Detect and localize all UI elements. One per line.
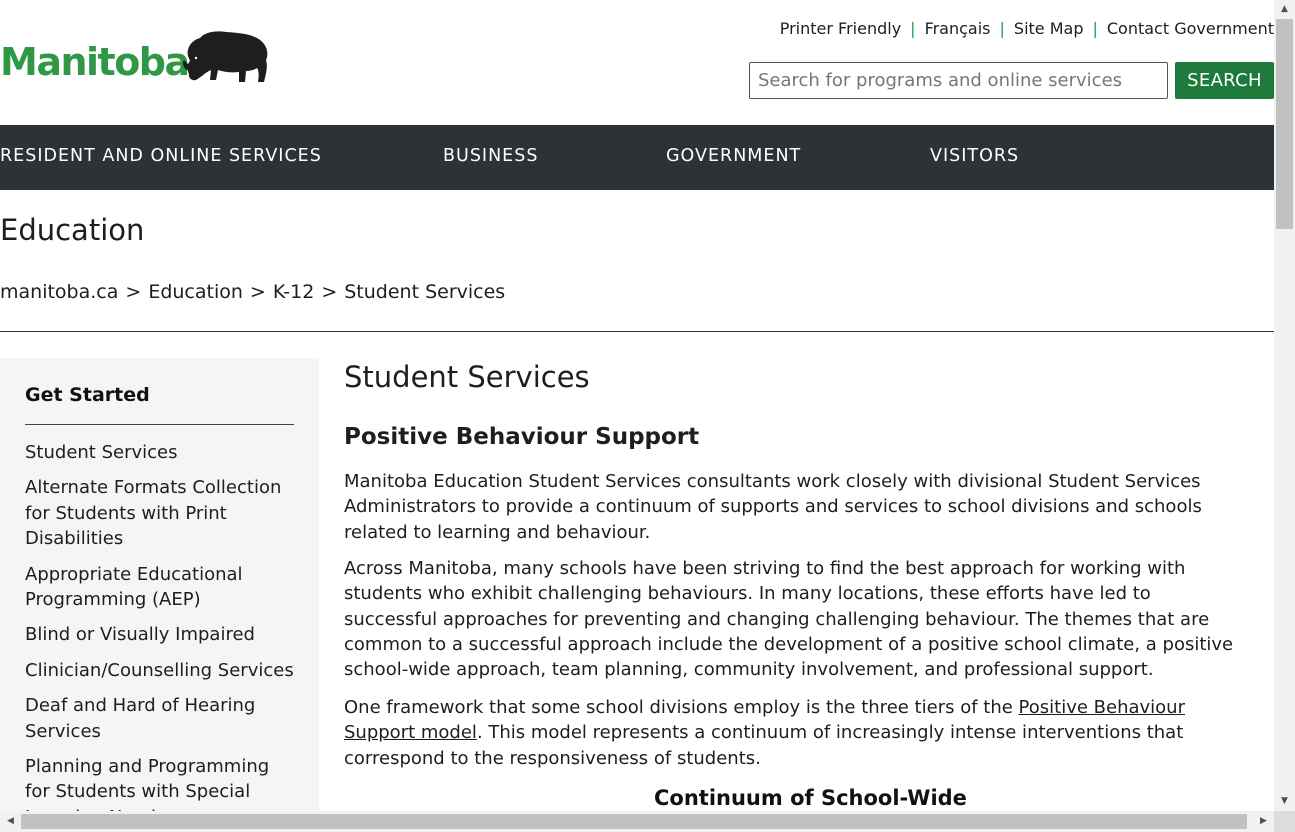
- arrow-right-icon[interactable]: ▶: [1253, 812, 1274, 831]
- search-button[interactable]: SEARCH: [1175, 62, 1274, 99]
- arrow-down-icon[interactable]: ▼: [1274, 792, 1295, 811]
- section-heading: Positive Behaviour Support: [344, 424, 700, 450]
- bison-icon: [183, 31, 268, 82]
- page-title: Student Services: [344, 360, 590, 394]
- scrollbar-corner: [1274, 811, 1295, 832]
- paragraph-approach: Across Manitoba, many schools have been …: [344, 558, 1234, 681]
- breadcrumb-item-k12[interactable]: K-12: [273, 281, 315, 303]
- breadcrumb-separator: >: [125, 281, 142, 303]
- logo-wordmark: Manitoba: [0, 40, 190, 84]
- divider: [0, 331, 1274, 332]
- nav-item-resident-services[interactable]: RESIDENT AND ONLINE SERVICES: [0, 125, 322, 190]
- paragraph-intro: Manitoba Education Student Services cons…: [344, 471, 1202, 543]
- main-nav: RESIDENT AND ONLINE SERVICES BUSINESS GO…: [0, 125, 1274, 190]
- breadcrumb-item-education[interactable]: Education: [148, 281, 243, 303]
- breadcrumb: manitoba.ca > Education > K-12 > Student Servi…: [0, 281, 505, 303]
- printer-friendly-link[interactable]: Printer Friendly: [780, 19, 901, 38]
- arrow-up-icon[interactable]: ▲: [1274, 0, 1295, 19]
- contact-government-link[interactable]: Contact Government: [1107, 19, 1274, 38]
- breadcrumb-separator: >: [249, 281, 266, 303]
- sidebar-item-deaf-hard-of-hearing[interactable]: Deaf and Hard of Hearing Services: [25, 693, 297, 744]
- nav-item-business[interactable]: BUSINESS: [443, 125, 538, 190]
- search-input[interactable]: [749, 62, 1168, 99]
- horizontal-scroll-thumb[interactable]: [21, 814, 1247, 829]
- sidebar-list: Student Services Alternate Formats Colle…: [25, 440, 297, 811]
- continuum-heading: Continuum of School-Wide: [654, 786, 967, 810]
- utility-links: Printer Friendly | Français | Site Map | Conta…: [780, 19, 1274, 38]
- sidebar: Get Started Student Services Alternate F…: [0, 358, 319, 811]
- sidebar-item-blind-visually-impaired[interactable]: Blind or Visually Impaired: [25, 622, 297, 647]
- sidebar-item-alternate-formats[interactable]: Alternate Formats Collection for Student…: [25, 475, 297, 551]
- sidebar-item-aep[interactable]: Appropriate Educational Programming (AEP…: [25, 562, 297, 613]
- breadcrumb-item-home[interactable]: manitoba.ca: [0, 281, 118, 303]
- arrow-left-icon[interactable]: ◀: [0, 812, 21, 831]
- vertical-scrollbar[interactable]: ▲ ▼: [1274, 0, 1295, 811]
- site-map-link[interactable]: Site Map: [1014, 19, 1084, 38]
- breadcrumb-separator: >: [321, 281, 338, 303]
- francais-link[interactable]: Français: [925, 19, 991, 38]
- paragraph-framework: One framework that some school divisions…: [344, 695, 1244, 771]
- sidebar-item-special-learning-needs[interactable]: Planning and Programming for Students wi…: [25, 754, 297, 811]
- utility-separator: |: [910, 19, 916, 38]
- section-title: Education: [0, 213, 145, 247]
- breadcrumb-item-student-services[interactable]: Student Services: [344, 281, 505, 303]
- sidebar-item-clinician-counselling[interactable]: Clinician/Counselling Services: [25, 658, 297, 683]
- manitoba-logo[interactable]: Manitoba: [0, 30, 275, 90]
- nav-item-government[interactable]: GOVERNMENT: [666, 125, 801, 190]
- utility-separator: |: [999, 19, 1005, 38]
- sidebar-divider: [25, 424, 294, 425]
- vertical-scroll-thumb[interactable]: [1276, 19, 1293, 229]
- sidebar-item-student-services[interactable]: Student Services: [25, 440, 297, 465]
- sidebar-heading: Get Started: [25, 384, 150, 406]
- utility-separator: |: [1092, 19, 1098, 38]
- page: Manitoba Printer Friendly | Français | Site …: [0, 0, 1274, 811]
- nav-item-visitors[interactable]: VISITORS: [930, 125, 1019, 190]
- paragraph-text: One framework that some school divisions…: [344, 697, 1019, 718]
- horizontal-scrollbar[interactable]: ◀ ▶: [0, 811, 1274, 832]
